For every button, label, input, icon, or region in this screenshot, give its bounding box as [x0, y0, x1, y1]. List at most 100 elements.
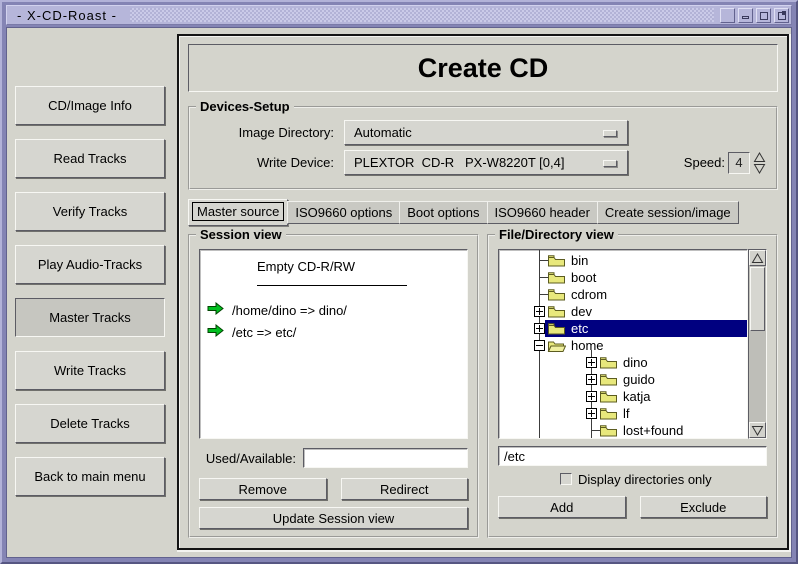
tree-item-dev[interactable]: dev — [499, 303, 747, 320]
tree-item-dino[interactable]: dino — [499, 354, 747, 371]
directory-tree[interactable]: binbootcdromdevetchomedino guidokatjalflo… — [498, 249, 748, 439]
sidebar-item-label: CD/Image Info — [48, 98, 132, 113]
folder-icon — [599, 390, 618, 403]
sidebar-item-master-tracks[interactable]: Master Tracks — [15, 298, 165, 337]
path-field[interactable]: /etc — [498, 446, 767, 466]
speed-group: Speed: 4 — [684, 152, 768, 174]
green-arrow-right-icon — [207, 324, 224, 340]
sidebar-item-delete-tracks[interactable]: Delete Tracks — [15, 404, 165, 443]
scroll-down-button[interactable] — [749, 422, 766, 438]
tab-label: ISO9660 options — [295, 205, 392, 220]
folder-icon — [599, 424, 618, 437]
titlebar[interactable]: - X-CD-Roast - — [6, 5, 792, 25]
scroll-down-icon — [751, 425, 764, 436]
tree-item-label: guido — [623, 372, 655, 387]
sidebar-item-write-tracks[interactable]: Write Tracks — [15, 351, 165, 390]
image-directory-value: Automatic — [354, 125, 412, 140]
window-blank-button[interactable] — [720, 8, 735, 23]
expand-plus-icon[interactable] — [534, 323, 545, 334]
update-session-view-button[interactable]: Update Session view — [199, 507, 468, 529]
app-window: - X-CD-Roast - CD/Image Info Read Tracks V… — [0, 0, 798, 564]
display-directories-checkbox[interactable] — [560, 473, 572, 485]
exclude-button[interactable]: Exclude — [640, 496, 768, 518]
tree-item-guido[interactable]: guido — [499, 371, 747, 388]
tree-item-label: cdrom — [571, 287, 607, 302]
spin-up-icon[interactable] — [753, 152, 766, 163]
tab-boot-options[interactable]: Boot options — [399, 201, 487, 224]
tree-item-boot[interactable]: boot — [499, 269, 747, 286]
window-iconify-button[interactable] — [738, 8, 753, 23]
tree-item-lost-found[interactable]: lost+found — [499, 422, 747, 439]
tree-item-label: dino — [623, 355, 648, 370]
expand-plus-icon[interactable] — [586, 391, 597, 402]
expand-plus-icon[interactable] — [534, 306, 545, 317]
used-available-field[interactable] — [303, 448, 468, 468]
tree-item-bin[interactable]: bin — [499, 252, 747, 269]
sidebar-item-label: Back to main menu — [34, 469, 145, 484]
spin-down-icon[interactable] — [753, 163, 766, 174]
sidebar-item-play-audio-tracks[interactable]: Play Audio-Tracks — [15, 245, 165, 284]
tree-scrollbar[interactable] — [748, 249, 767, 439]
scroll-up-icon — [751, 253, 764, 264]
sidebar-item-label: Write Tracks — [54, 363, 126, 378]
folder-icon — [599, 356, 618, 369]
used-available-label: Used/Available: — [199, 451, 303, 466]
folder-icon — [599, 407, 618, 420]
sidebar: CD/Image Info Read Tracks Verify Tracks Pla… — [15, 86, 165, 510]
speed-label: Speed: — [684, 155, 725, 170]
zoom-corner-icon — [782, 11, 786, 15]
image-directory-label: Image Directory: — [194, 125, 344, 140]
redirect-button[interactable]: Redirect — [341, 478, 469, 500]
directory-tree-wrap: binbootcdromdevetchomedino guidokatjalflo… — [498, 249, 767, 439]
tree-item-lf[interactable]: lf — [499, 405, 747, 422]
remove-button[interactable]: Remove — [199, 478, 327, 500]
collapse-minus-icon[interactable] — [534, 340, 545, 351]
folder-icon — [547, 322, 566, 335]
expand-plus-icon[interactable] — [586, 408, 597, 419]
tab-master-source[interactable]: Master source — [188, 199, 288, 226]
speed-spinner — [753, 152, 766, 174]
tree-item-etc[interactable]: etc — [499, 320, 747, 337]
sidebar-item-verify-tracks[interactable]: Verify Tracks — [15, 192, 165, 231]
tab-iso9660-header[interactable]: ISO9660 header — [487, 201, 598, 224]
green-arrow-right-icon — [207, 302, 224, 315]
write-device-value: PLEXTOR CD-R PX-W8220T [0,4] — [354, 155, 564, 170]
tree-item-katja[interactable]: katja — [499, 388, 747, 405]
tab-label: ISO9660 header — [495, 205, 590, 220]
window-maximize-button[interactable] — [756, 8, 771, 23]
session-list-header: Empty CD-R/RW — [257, 259, 467, 274]
scroll-up-button[interactable] — [749, 250, 766, 266]
folder-icon — [547, 288, 566, 301]
iconify-icon — [742, 16, 749, 19]
tab-iso9660-options[interactable]: ISO9660 options — [287, 201, 400, 224]
green-arrow-right-icon — [207, 302, 224, 318]
tree-item-home[interactable]: home — [499, 337, 747, 354]
tab-label: Master source — [192, 202, 284, 221]
scrollbar-thumb[interactable] — [750, 267, 765, 331]
window-content: CD/Image Info Read Tracks Verify Tracks Pla… — [6, 27, 792, 558]
sidebar-item-cd-image-info[interactable]: CD/Image Info — [15, 86, 165, 125]
speed-value-field[interactable]: 4 — [728, 152, 750, 174]
sidebar-item-back-to-main-menu[interactable]: Back to main menu — [15, 457, 165, 496]
tree-item-cdrom[interactable]: cdrom — [499, 286, 747, 303]
page-title: Create CD — [418, 53, 549, 84]
add-button[interactable]: Add — [498, 496, 626, 518]
page-header: Create CD — [188, 44, 778, 92]
tree-item-label: lost+found — [623, 423, 683, 438]
devices-setup-group: Devices-Setup Image Directory: Automatic… — [188, 106, 778, 190]
session-list[interactable]: Empty CD-R/RW /home/dino => dino//etc =>… — [199, 249, 468, 439]
expand-plus-icon[interactable] — [586, 374, 597, 385]
expand-plus-icon[interactable] — [586, 357, 597, 368]
session-buttons-row: Remove Redirect — [199, 478, 468, 500]
scrollbar-track[interactable] — [749, 266, 766, 422]
write-device-dropdown[interactable]: PLEXTOR CD-R PX-W8220T [0,4] — [344, 150, 628, 175]
sidebar-item-label: Delete Tracks — [50, 416, 129, 431]
titlebar-pattern[interactable] — [130, 8, 714, 22]
image-directory-dropdown[interactable]: Automatic — [344, 120, 628, 145]
session-entry[interactable]: /home/dino => dino/ — [200, 299, 467, 321]
sidebar-item-read-tracks[interactable]: Read Tracks — [15, 139, 165, 178]
window-zoom-button[interactable] — [774, 8, 789, 23]
folder-icon — [599, 373, 618, 386]
session-entry[interactable]: /etc => etc/ — [200, 321, 467, 343]
tab-create-session-image[interactable]: Create session/image — [597, 201, 739, 224]
